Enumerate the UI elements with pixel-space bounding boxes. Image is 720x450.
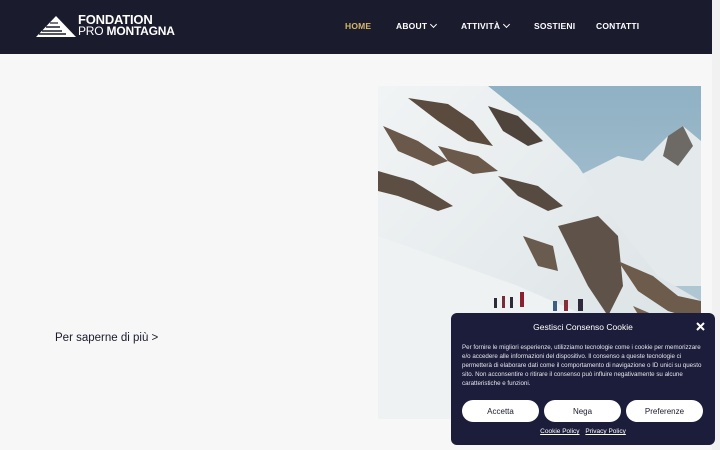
close-icon[interactable] bbox=[695, 321, 706, 332]
nav-attivita-label: ATTIVITÀ bbox=[461, 21, 501, 31]
nav-contatti-label: CONTATTI bbox=[596, 21, 640, 31]
nav-home-label: HOME bbox=[345, 21, 372, 31]
nav-sostieni-label: SOSTIENI bbox=[534, 21, 576, 31]
logo-text-line2: PRO MONTAGNA bbox=[78, 25, 175, 38]
logo-text-pro: PRO bbox=[78, 24, 104, 38]
nav-about-label: ABOUT bbox=[396, 21, 428, 31]
nav-sostieni[interactable]: SOSTIENI bbox=[534, 21, 575, 31]
site-header: FONDATION PRO MONTAGNA HOME ABOUT ATTIVI… bbox=[0, 0, 712, 54]
nav-attivita[interactable]: ATTIVITÀ bbox=[461, 20, 511, 31]
mountain-logo-icon bbox=[36, 16, 76, 37]
accept-button[interactable]: Accetta bbox=[462, 400, 539, 422]
nav-home[interactable]: HOME bbox=[345, 21, 371, 31]
chevron-down-icon bbox=[430, 20, 438, 28]
cookie-description: Per fornire le migliori esperienze, util… bbox=[462, 344, 702, 387]
chevron-down-icon bbox=[503, 20, 511, 28]
cookie-consent-dialog: Gestisci Consenso Cookie Per fornire le … bbox=[451, 313, 715, 445]
cookie-links: Cookie Policy Privacy Policy bbox=[451, 428, 715, 435]
privacy-policy-link[interactable]: Privacy Policy bbox=[585, 428, 625, 435]
site-logo[interactable]: FONDATION PRO MONTAGNA bbox=[36, 13, 175, 39]
cookie-title: Gestisci Consenso Cookie bbox=[533, 322, 633, 332]
preferences-button[interactable]: Preferenze bbox=[626, 400, 703, 422]
nav-about[interactable]: ABOUT bbox=[396, 20, 438, 31]
deny-button[interactable]: Nega bbox=[544, 400, 621, 422]
nav-contatti[interactable]: CONTATTI bbox=[596, 21, 639, 31]
logo-text-montagna: MONTAGNA bbox=[106, 24, 175, 38]
learn-more-link[interactable]: Per saperne di più > bbox=[55, 332, 158, 344]
cookie-policy-link[interactable]: Cookie Policy bbox=[540, 428, 579, 435]
